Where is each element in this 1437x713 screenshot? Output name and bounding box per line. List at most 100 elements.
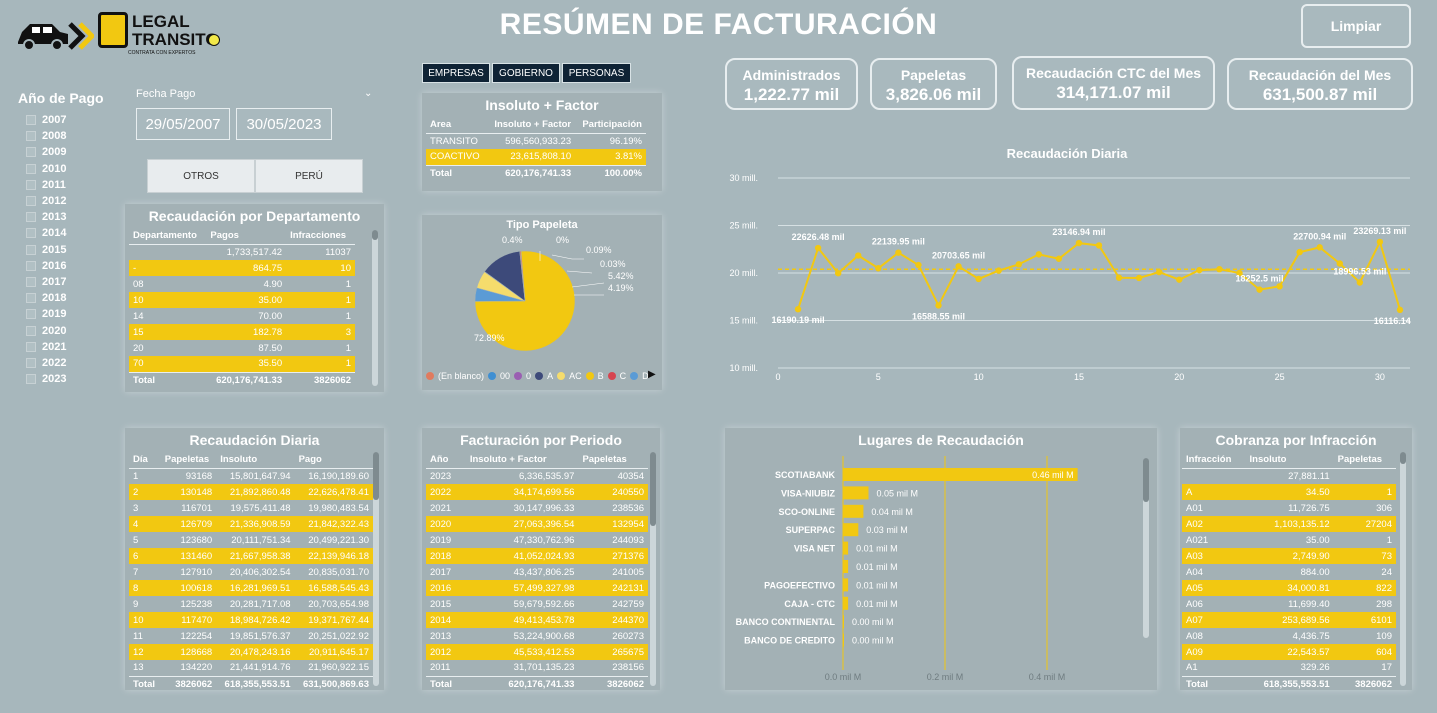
table-row[interactable]: 2019 47,330,762.96 244093: [426, 532, 648, 548]
table-row[interactable]: A03 2,749.90 73: [1182, 548, 1396, 564]
legend-item[interactable]: B: [585, 371, 604, 381]
legend-item[interactable]: C: [607, 371, 626, 381]
data-point[interactable]: [1296, 248, 1303, 256]
table-row[interactable]: 2013 53,224,900.68 260273: [426, 628, 648, 644]
table-row[interactable]: A 34.50 1: [1182, 484, 1396, 500]
table-row[interactable]: 2014 49,413,453.78 244370: [426, 612, 648, 628]
scrollbar[interactable]: [373, 452, 379, 686]
checkbox[interactable]: [26, 196, 36, 207]
table-row[interactable]: 2015 59,679,592.66 242759: [426, 596, 648, 612]
data-point[interactable]: [1256, 286, 1263, 293]
data-point[interactable]: [834, 269, 842, 277]
checkbox[interactable]: [26, 212, 36, 223]
bar[interactable]: [843, 633, 844, 647]
scrollbar[interactable]: [650, 452, 656, 686]
date-to-input[interactable]: 30/05/2023: [236, 108, 332, 140]
table-row[interactable]: A07 253,689.56 6101: [1182, 612, 1396, 628]
table-row[interactable]: A02 1,103,135.12 27204: [1182, 516, 1396, 532]
year-option[interactable]: 2019: [26, 306, 118, 322]
table-row[interactable]: 20 87.50 1: [129, 340, 355, 356]
table-row[interactable]: 10 117470 18,984,726.42 19,371,767.44: [129, 612, 373, 628]
legend-item[interactable]: 0: [514, 371, 531, 381]
year-option[interactable]: 2021: [26, 339, 118, 355]
legend-item[interactable]: 00: [488, 371, 510, 381]
data-point[interactable]: [935, 302, 942, 309]
checkbox[interactable]: [26, 179, 36, 190]
segment-button-empresas[interactable]: EMPRESAS: [422, 63, 490, 83]
checkbox[interactable]: [26, 115, 36, 126]
bar[interactable]: [843, 541, 849, 555]
checkbox[interactable]: [26, 131, 36, 142]
data-point[interactable]: [1216, 266, 1223, 273]
table-row[interactable]: 2016 57,499,327.98 242131: [426, 580, 648, 596]
year-option[interactable]: 2011: [26, 177, 118, 193]
year-option[interactable]: 2012: [26, 193, 118, 209]
checkbox[interactable]: [26, 147, 36, 158]
table-row[interactable]: 70 35.50 1: [129, 356, 355, 372]
data-point[interactable]: [895, 249, 902, 256]
segment-button-personas[interactable]: PERSONAS: [562, 63, 631, 83]
year-option[interactable]: 2008: [26, 128, 118, 144]
checkbox[interactable]: [26, 325, 36, 336]
year-option[interactable]: 2007: [26, 112, 118, 128]
year-option[interactable]: 2020: [26, 322, 118, 338]
table-row[interactable]: 14 70.00 1: [129, 308, 355, 324]
bar[interactable]: [843, 523, 859, 537]
scrollbar[interactable]: [372, 230, 378, 386]
data-point[interactable]: [955, 263, 962, 270]
data-point[interactable]: [814, 244, 822, 252]
data-point[interactable]: [1176, 276, 1183, 283]
table-row[interactable]: A06 11,699.40 298: [1182, 596, 1396, 612]
checkbox[interactable]: [26, 244, 36, 255]
table-row[interactable]: 2011 31,701,135.23 238156: [426, 660, 648, 676]
year-option[interactable]: 2016: [26, 258, 118, 274]
data-point[interactable]: [1055, 255, 1063, 262]
data-point[interactable]: [1156, 268, 1163, 276]
table-row[interactable]: 1,733,517.42 11037: [129, 244, 355, 260]
table-row[interactable]: TRANSITO 596,560,933.23 96.19%: [426, 133, 646, 149]
chevron-down-icon[interactable]: ⌄: [364, 88, 372, 99]
table-row[interactable]: 2012 45,533,412.53 265675: [426, 644, 648, 660]
table-row[interactable]: 7 127910 20,406,302.54 20,835,031.70: [129, 564, 373, 580]
checkbox[interactable]: [26, 341, 36, 352]
data-point[interactable]: [1115, 274, 1123, 281]
checkbox[interactable]: [26, 293, 36, 304]
table-row[interactable]: A04 884.00 24: [1182, 564, 1396, 580]
table-row[interactable]: 27,881.11: [1182, 468, 1396, 484]
checkbox[interactable]: [26, 309, 36, 320]
table-row[interactable]: A09 22,543.57 604: [1182, 644, 1396, 660]
data-point[interactable]: [1316, 244, 1323, 251]
table-row[interactable]: A01 11,726.75 306: [1182, 500, 1396, 516]
legend-item[interactable]: AC: [557, 371, 582, 381]
data-point[interactable]: [1196, 266, 1203, 274]
bar[interactable]: [843, 596, 849, 610]
table-row[interactable]: 2017 43,437,806.25 241005: [426, 564, 648, 580]
table-row[interactable]: 6 131460 21,667,958.38 22,139,946.18: [129, 548, 373, 564]
data-point[interactable]: [975, 275, 982, 283]
table-row[interactable]: 2021 30,147,996.33 238536: [426, 500, 648, 516]
table-row[interactable]: 1 93168 15,801,647.94 16,190,189.60: [129, 468, 373, 484]
year-option[interactable]: 2013: [26, 209, 118, 225]
year-option[interactable]: 2022: [26, 355, 118, 371]
table-row[interactable]: A1 329.26 17: [1182, 660, 1396, 676]
checkbox[interactable]: [26, 276, 36, 287]
region-button-peru[interactable]: PERÚ: [255, 159, 363, 193]
table-row[interactable]: 11 122254 19,851,576.37 20,251,022.92: [129, 628, 373, 644]
table-row[interactable]: 4 126709 21,336,908.59 21,842,322.43: [129, 516, 373, 532]
table-row[interactable]: 2018 41,052,024.93 271376: [426, 548, 648, 564]
year-option[interactable]: 2018: [26, 290, 118, 306]
table-row[interactable]: 12 128668 20,478,243.16 20,911,645.17: [129, 644, 373, 660]
checkbox[interactable]: [26, 228, 36, 239]
table-row[interactable]: COACTIVO 23,615,808.10 3.81%: [426, 149, 646, 165]
data-point[interactable]: [1396, 306, 1404, 314]
table-row[interactable]: 08 4.90 1: [129, 276, 355, 292]
bar[interactable]: [843, 504, 864, 518]
region-button-otros[interactable]: OTROS: [147, 159, 255, 193]
bar[interactable]: [843, 486, 869, 500]
data-point[interactable]: [794, 305, 802, 313]
table-row[interactable]: 9 125238 20,281,717.08 20,703,654.98: [129, 596, 373, 612]
table-row[interactable]: 8 100618 16,281,969.51 16,588,545.43: [129, 580, 373, 596]
table-row[interactable]: A08 4,436.75 109: [1182, 628, 1396, 644]
data-point[interactable]: [1095, 242, 1103, 249]
table-row[interactable]: 5 123680 20,111,751.34 20,499,221.30: [129, 532, 373, 548]
